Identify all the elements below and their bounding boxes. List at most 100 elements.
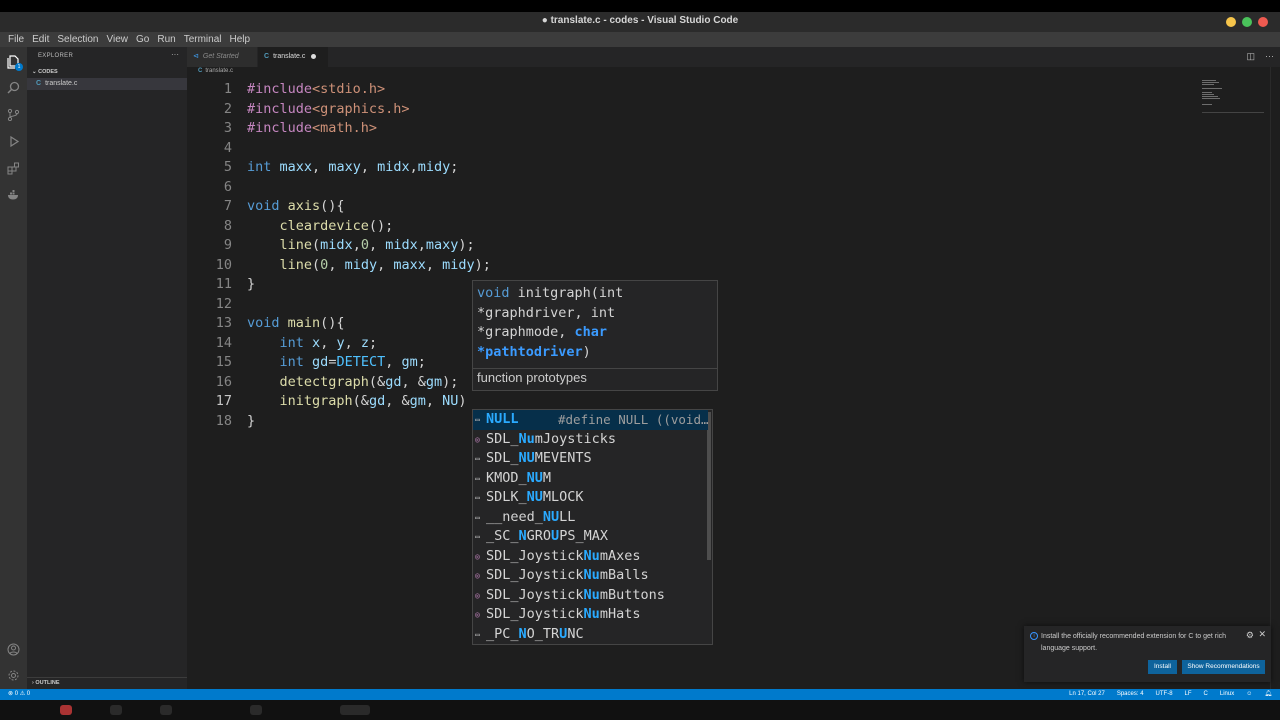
suggestion-item[interactable]: ◎ SDL_JoystickNumBalls [473,566,708,586]
code-line: void axis(){ [247,198,345,214]
suggestion-item[interactable]: ◎ SDL_NumJoysticks [473,430,708,450]
platform-status[interactable]: Linux [1220,689,1234,700]
taskbar-app-icon[interactable] [250,705,262,715]
docker-icon[interactable] [4,185,23,204]
extensions-icon[interactable] [4,159,23,178]
suggestion-item[interactable]: ▭ _SC_NGROUPS_MAX [473,527,708,547]
tab-translate-c[interactable]: Ctranslate.c [258,47,328,67]
show-recommendations-button[interactable]: Show Recommendations [1182,660,1265,674]
suggestion-item[interactable]: ▭ NULL #define NULL ((void… [473,410,709,430]
install-button[interactable]: Install [1148,660,1177,674]
more-actions-icon[interactable]: ··· [171,50,179,59]
menu-help[interactable]: Help [226,34,255,45]
hover-line-3b: char [574,324,608,340]
suggestion-detail: #define NULL ((void… [558,412,709,427]
close-window-button[interactable] [1258,17,1268,27]
split-editor-icon[interactable]: ◫ [1246,51,1255,62]
search-icon[interactable] [4,78,23,97]
line-number: 7 [223,198,232,214]
suggestion-item[interactable]: ◎ SDL_JoystickNumAxes [473,547,708,567]
close-icon[interactable]: ✕ [1258,629,1266,640]
line-number: 1 [223,81,232,97]
explorer-icon[interactable]: 1 [4,52,23,71]
status-right: Ln 17, Col 27 Spaces: 4 UTF-8 LF C Linux… [1069,689,1272,700]
outline-section[interactable]: › OUTLINE [27,677,187,689]
language-mode[interactable]: C [1204,689,1208,700]
tab-bar: ⊲ Get Started Ctranslate.c ◫ ··· [187,47,1280,67]
hover-line-1: initgraph(int [509,285,624,301]
menu-run[interactable]: Run [153,34,179,45]
screen-top-edge [0,0,1280,12]
eol-status[interactable]: LF [1185,689,1192,700]
line-number: 17 [215,393,232,409]
taskbar-app-icon[interactable] [110,705,122,715]
c-file-icon: C [36,80,42,87]
notification-settings-icon[interactable]: ⚙ [1246,630,1254,641]
menu-terminal[interactable]: Terminal [180,34,226,45]
suggestion-item[interactable]: ▭ KMOD_NUM [473,469,708,489]
menu-edit[interactable]: Edit [28,34,53,45]
taskbar-app-icon[interactable] [340,705,370,715]
menu-view[interactable]: View [103,34,133,45]
signature-hover: void initgraph(int *graphdriver, int *gr… [472,280,718,391]
macro-icon: ▭ [475,532,480,541]
taskbar-app-icon[interactable] [160,705,172,715]
breadcrumb[interactable]: Ctranslate.c [198,68,233,74]
tab-label: Get Started [202,53,239,60]
folder-codes[interactable]: ⌄ CODES [32,69,58,75]
suggestion-item[interactable]: ▭ SDLK_NUMLOCK [473,488,708,508]
source-control-icon[interactable] [4,105,23,124]
code-editor[interactable]: Ctranslate.c 1 2 3 4 5 6 7 8 9 10 11 12 13 14 15 16 17 18… [187,67,1280,689]
indentation-status[interactable]: Spaces: 4 [1117,689,1144,700]
code-line: detectgraph(&gd, &gm); [279,373,459,390]
code-line: line(midx,0, midx,maxy); [279,237,475,253]
code-line: #include<stdio.h> [247,81,386,97]
minimap[interactable] [1202,79,1264,113]
editor-scrollbar[interactable] [1270,67,1280,689]
menu-go[interactable]: Go [132,34,153,45]
suggestion-item[interactable]: ▭ SDL_NUMEVENTS [473,449,708,469]
breadcrumb-file: translate.c [205,68,234,74]
explorer-badge: 1 [15,63,23,71]
menu-file[interactable]: File [4,34,28,45]
macro-icon: ▭ [475,512,480,522]
line-number: 11 [215,276,232,292]
code-line: } [247,276,256,292]
line-number: 14 [215,334,232,351]
maximize-button[interactable] [1242,17,1252,27]
hover-line-3a: *graphmode, [477,324,575,340]
run-debug-icon[interactable] [4,132,23,151]
suggestion-item[interactable]: ◎ SDL_JoystickNumButtons [473,586,708,606]
activity-bar: 1 [0,47,27,689]
suggestion-item[interactable]: ▭ _PC_NO_TRUNC [473,625,708,645]
unsaved-dot-icon[interactable] [311,53,317,59]
hover-divider [473,368,717,369]
code-line: } [247,412,256,429]
problems-status[interactable]: ⊗ 0 ⚠ 0 [8,689,30,700]
explorer-sidebar: EXPLORER ··· ⌄ CODES Ctranslate.c › OUTL… [27,47,187,689]
cursor-position[interactable]: Ln 17, Col 27 [1069,689,1105,700]
menu-selection[interactable]: Selection [53,34,102,45]
file-translate-c[interactable]: Ctranslate.c [27,78,187,90]
window-title: ● translate.c - codes - Visual Studio Co… [541,15,739,26]
notifications-bell-icon[interactable]: 🔔︎ [1264,689,1272,700]
macro-icon: ▭ [475,629,480,639]
settings-gear-icon[interactable] [4,666,23,685]
line-number: 16 [215,373,232,390]
encoding-status[interactable]: UTF-8 [1156,689,1173,700]
minimize-button[interactable] [1226,17,1236,27]
explorer-header: EXPLORER [38,53,74,59]
feedback-icon[interactable]: ☺ [1246,689,1252,700]
hover-active-param: *pathtodriver [477,343,583,360]
hover-doc: function prototypes [477,370,587,385]
more-actions-icon[interactable]: ··· [1265,51,1274,62]
line-number: 2 [223,100,232,117]
line-number: 10 [215,256,232,273]
tab-get-started[interactable]: ⊲ Get Started [187,47,257,67]
suggestion-item[interactable]: ▭ __need_NULL [473,508,708,528]
status-bar: ⊗ 0 ⚠ 0 Ln 17, Col 27 Spaces: 4 UTF-8 LF… [0,689,1280,700]
account-icon[interactable] [4,640,23,659]
taskbar-app-icon[interactable] [60,705,72,715]
suggestion-item[interactable]: ◎ SDL_JoystickNumHats [473,605,708,625]
vscode-logo-icon: ⊲ [193,53,199,60]
